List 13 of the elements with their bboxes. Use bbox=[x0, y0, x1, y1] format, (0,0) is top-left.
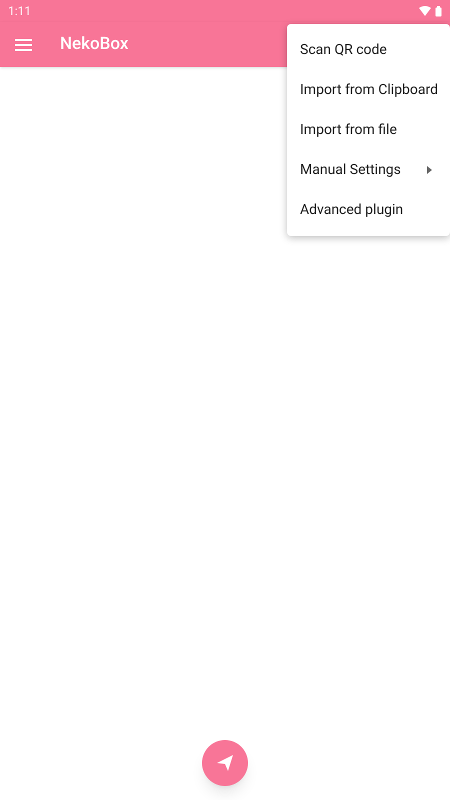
battery-icon bbox=[435, 6, 442, 16]
submenu-arrow-icon bbox=[427, 166, 432, 174]
menu-item[interactable]: Advanced plugin bbox=[287, 190, 450, 230]
paper-plane-icon bbox=[216, 754, 234, 772]
wifi-icon bbox=[419, 6, 431, 16]
menu-item[interactable]: Import from Clipboard bbox=[287, 70, 450, 110]
status-time: 1:11 bbox=[8, 3, 32, 20]
connect-fab[interactable] bbox=[202, 740, 248, 786]
app-title: NekoBox bbox=[60, 32, 128, 56]
menu-item[interactable]: Manual Settings bbox=[287, 150, 450, 190]
menu-icon[interactable] bbox=[15, 38, 32, 50]
menu-item[interactable]: Scan QR code bbox=[287, 30, 450, 70]
menu-item[interactable]: Import from file bbox=[287, 110, 450, 150]
